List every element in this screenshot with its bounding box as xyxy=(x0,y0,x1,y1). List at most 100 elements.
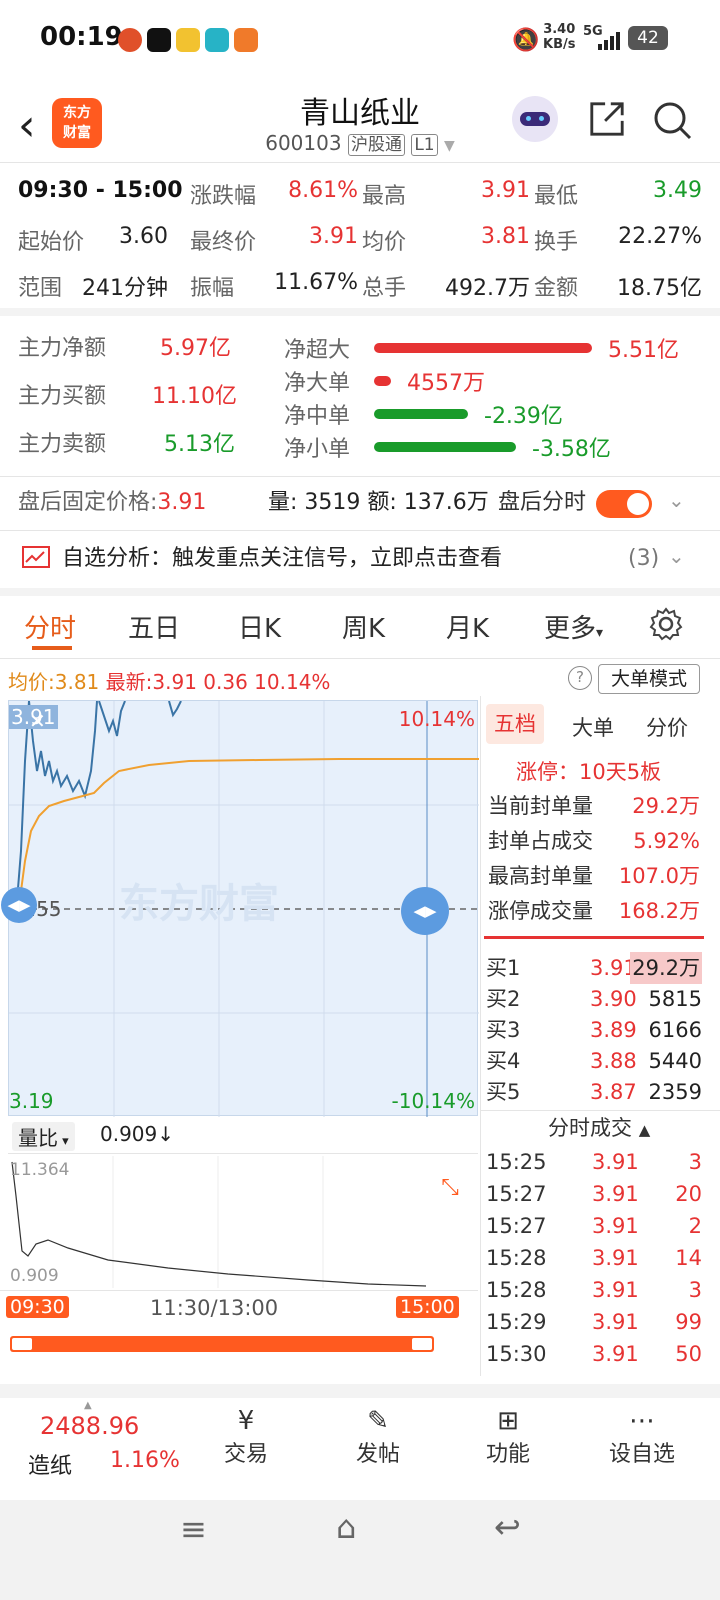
close-icon[interactable]: ✕ xyxy=(29,709,46,733)
trade-time: 15:25 xyxy=(486,1150,547,1174)
fund-bar xyxy=(374,409,468,419)
time-mid: 11:30/13:00 xyxy=(150,1296,279,1320)
fund-bar-value: -3.58亿 xyxy=(532,437,611,462)
chevron-down-icon[interactable]: ⌄ xyxy=(668,488,685,512)
fund-bar xyxy=(374,343,592,353)
volume-ratio-selector[interactable]: 量比 ▾ xyxy=(12,1122,75,1151)
dropdown-icon: ▼ xyxy=(443,138,455,154)
bid-row[interactable]: 买4 3.88 5440 xyxy=(486,1045,702,1076)
fund-bar-value: -2.39亿 xyxy=(484,404,563,429)
add-favorite-button[interactable]: ⋯ 设自选 xyxy=(602,1406,682,1468)
bid-volume: 5440 xyxy=(648,1049,702,1073)
tab-price-dist[interactable]: 分价 xyxy=(646,712,688,742)
hk-connect-tag: 沪股通 xyxy=(347,134,405,156)
trade-row: 15:30 3.91 50 xyxy=(486,1338,702,1370)
bid-level: 买5 xyxy=(486,1080,521,1104)
limit-stat-label: 最高封单量 xyxy=(488,864,593,888)
menu-icon[interactable]: ≡ xyxy=(180,1510,207,1548)
expand-icon[interactable]: ⤡ xyxy=(428,1166,472,1210)
left-drag-handle[interactable]: ◀▶ xyxy=(1,887,37,923)
share-icon[interactable] xyxy=(588,100,626,138)
tab-five-day[interactable]: 五日 xyxy=(128,608,180,645)
home-icon[interactable]: ⌂ xyxy=(336,1508,356,1546)
index-pct: 1.16% xyxy=(110,1448,180,1473)
bid-row[interactable]: 买5 3.87 2359 xyxy=(486,1076,702,1107)
tab-active-indicator xyxy=(32,646,72,650)
limit-stat-label: 封单占成交 xyxy=(488,829,593,853)
fund-bar-label: 净中单 xyxy=(284,404,351,429)
after-hours-toggle[interactable] xyxy=(596,490,652,518)
quote-value: 8.61% xyxy=(288,178,358,203)
trade-price: 3.91 xyxy=(592,1278,639,1302)
assistant-robot-icon[interactable] xyxy=(512,96,558,142)
trade-row: 15:27 3.91 20 xyxy=(486,1178,702,1210)
index-value[interactable]: 2488.96 xyxy=(40,1412,139,1440)
volume-ratio-min: 0.909 xyxy=(10,1266,59,1286)
search-icon[interactable] xyxy=(652,100,692,140)
trade-button[interactable]: ¥ 交易 xyxy=(212,1406,280,1468)
net-speed: 3.40 KB/s xyxy=(543,22,576,52)
tab-five-levels[interactable]: 五档 xyxy=(486,704,544,744)
tab-daily-k[interactable]: 日K xyxy=(238,608,281,645)
volume-ratio-line xyxy=(11,1161,427,1287)
bid-levels: 买1 3.91 29.2万 买2 3.90 5815 买3 3.89 6166 买4 3.88 544… xyxy=(486,952,702,1107)
functions-button[interactable]: ⊞ 功能 xyxy=(474,1406,542,1468)
trade-time: 15:29 xyxy=(486,1310,547,1334)
tab-weekly-k[interactable]: 周K xyxy=(342,608,385,645)
limit-stat-row: 涨停成交量 168.2万 xyxy=(488,895,700,930)
trade-row: 15:25 3.91 3 xyxy=(486,1146,702,1178)
intraday-chart[interactable]: 3.91 ✕ 10.14% 东方财富 3.55 ◀▶ ◀▶ 3.19 -10.1… xyxy=(1,700,479,1117)
quote-value: 22.27% xyxy=(618,224,702,249)
analysis-count: (3) xyxy=(628,546,660,571)
trade-volume: 2 xyxy=(688,1214,702,1238)
bid-price: 3.90 xyxy=(590,987,637,1011)
fund-bar xyxy=(374,376,391,386)
limit-stat-row: 当前封单量 29.2万 xyxy=(488,790,700,825)
quote-value: 3.60 xyxy=(119,224,168,249)
tab-large-orders[interactable]: 大单 xyxy=(572,712,614,742)
analysis-message[interactable]: 自选分析：触发重点关注信号，立即点击查看 xyxy=(62,544,502,574)
post-button[interactable]: ✎ 发帖 xyxy=(344,1406,412,1468)
quote-value: 492.7万 xyxy=(445,276,530,301)
fund-bar-label: 净超大 xyxy=(284,338,351,363)
tab-more[interactable]: 更多▾ xyxy=(544,608,603,645)
bid-level: 买1 xyxy=(486,956,521,980)
quote-label: 09:30 - 15:00 xyxy=(18,178,183,203)
large-order-mode-button[interactable]: 大单模式 xyxy=(598,664,700,694)
limit-stat-value: 29.2万 xyxy=(632,794,700,818)
limit-up-streak: 涨停：10天5板 xyxy=(516,760,662,784)
right-drag-handle[interactable]: ◀▶ xyxy=(401,887,449,935)
signal-icon xyxy=(598,32,620,50)
bid-row[interactable]: 买2 3.90 5815 xyxy=(486,983,702,1014)
system-nav-bar: ≡ ⌂ ↩ xyxy=(0,1500,720,1600)
bid-row[interactable]: 买3 3.89 6166 xyxy=(486,1014,702,1045)
trade-price: 3.91 xyxy=(592,1150,639,1174)
tab-intraday[interactable]: 分时 xyxy=(24,608,76,645)
chevron-down-icon[interactable]: ⌄ xyxy=(668,544,685,568)
time-range-slider[interactable] xyxy=(10,1336,434,1352)
bid-level: 买4 xyxy=(486,1049,521,1073)
grid-icon: ⊞ xyxy=(497,1406,519,1436)
tab-monthly-k[interactable]: 月K xyxy=(446,608,489,645)
bid-row[interactable]: 买1 3.91 29.2万 xyxy=(486,952,702,984)
trade-volume: 50 xyxy=(675,1342,702,1366)
bid-volume: 2359 xyxy=(648,1080,702,1104)
trade-price: 3.91 xyxy=(592,1246,639,1270)
more-dots-icon: ⋯ xyxy=(629,1406,655,1436)
help-icon[interactable]: ? xyxy=(568,666,592,690)
volume-ratio-header: 量比 ▾ 0.909↓ xyxy=(8,1118,478,1154)
after-hours-price: 盘后固定价格:3.91 xyxy=(18,490,207,515)
analysis-chart-icon xyxy=(22,546,50,568)
back-nav-icon[interactable]: ↩ xyxy=(494,1508,521,1546)
stock-code: 600103 xyxy=(265,131,342,155)
gear-icon[interactable] xyxy=(648,606,684,642)
app-notification-icons xyxy=(118,28,259,56)
trades-title[interactable]: 分时成交 ▲ xyxy=(548,1112,650,1142)
yen-icon: ¥ xyxy=(237,1406,255,1436)
index-name[interactable]: 造纸 xyxy=(28,1448,72,1480)
volume-ratio-max: 11.364 xyxy=(10,1160,70,1180)
bottom-toolbar: ▲ 2488.96 造纸 1.16% ¥ 交易 ✎ 发帖 ⊞ 功能 ⋯ 设自选 xyxy=(0,1398,720,1498)
fund-bar-value: 5.51亿 xyxy=(608,338,679,363)
trade-price: 3.91 xyxy=(592,1182,639,1206)
chart-min-price: 3.19 xyxy=(9,1089,54,1113)
